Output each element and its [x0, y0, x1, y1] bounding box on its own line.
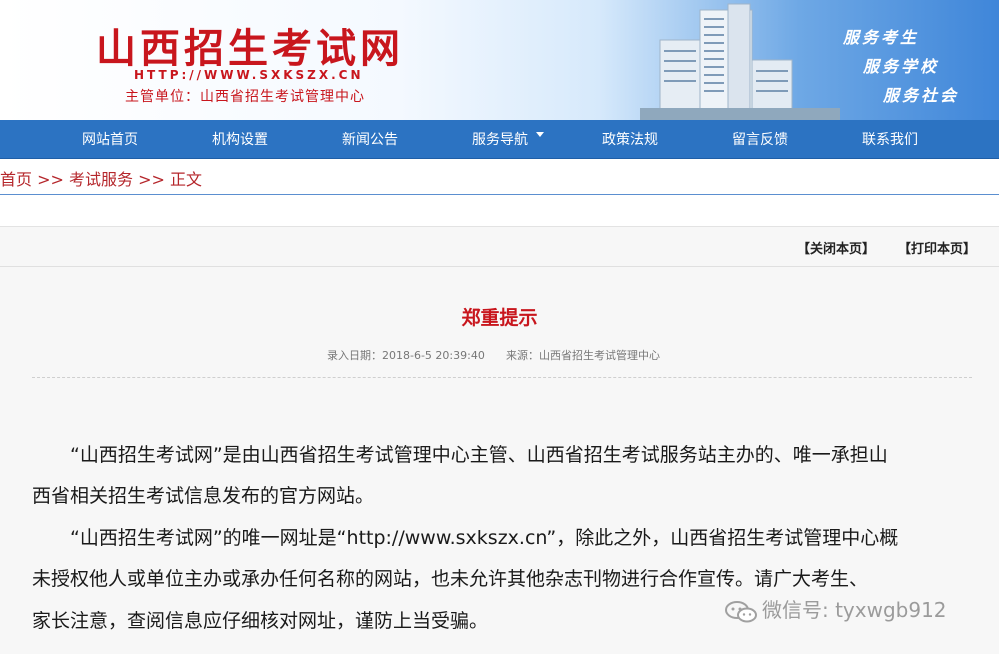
slogan-schools: 服务学校 — [863, 57, 940, 76]
nav-services[interactable]: 服务导航 — [458, 120, 558, 158]
building-image — [640, 3, 840, 120]
nav-feedback[interactable]: 留言反馈 — [710, 120, 810, 158]
wechat-icon — [725, 600, 757, 622]
close-page-button[interactable]: 【关闭本页】 — [797, 238, 875, 257]
article-source: 来源：山西省招生考试管理中心 — [506, 349, 660, 362]
nav-policy[interactable]: 政策法规 — [580, 120, 680, 158]
article-title: 郑重提示 — [461, 307, 538, 329]
site-title[interactable]: 山西招生考试网 — [96, 16, 404, 74]
article-line: 未授权他人或单位主办或承办任何名称的网站，也未允许其他杂志刊物进行合作宣传。请广… — [32, 568, 869, 590]
main-nav: 网站首页 机构设置 新闻公告 服务导航 政策法规 留言反馈 联系我们 — [0, 120, 999, 159]
article-line: 西省相关招生考试信息发布的官方网站。 — [32, 485, 375, 507]
article-line: 家长注意，查阅信息应仔细核对网址，谨防上当受骗。 — [32, 610, 489, 632]
site-header: 山西招生考试网 HTTP://WWW.SXKSZX.CN 主管单位：山西省招生考… — [0, 0, 999, 120]
slogan-students: 服务考生 — [843, 28, 920, 47]
article-line: “山西招生考试网”是由山西省招生考试管理中心主管、山西省招生考试服务站主办的、唯… — [70, 444, 888, 466]
article-line: “山西招生考试网”的唯一网址是“http://www.sxkszx.cn”，除此… — [70, 527, 899, 549]
article-date: 录入日期：2018-6-5 20:39:40 — [327, 349, 485, 362]
toolbar-divider — [0, 266, 999, 267]
breadcrumb-section[interactable]: 考试服务 — [69, 170, 133, 189]
breadcrumb-separator: >> — [138, 170, 165, 189]
slogan-society: 服务社会 — [883, 86, 960, 105]
nav-contact[interactable]: 联系我们 — [840, 120, 940, 158]
caret-down-icon — [536, 131, 544, 137]
breadcrumb-divider — [0, 194, 999, 195]
breadcrumb-current: 正文 — [170, 170, 203, 189]
nav-services-label: 服务导航 — [472, 132, 528, 148]
print-page-button[interactable]: 【打印本页】 — [898, 238, 976, 257]
breadcrumb-home[interactable]: 首页 — [0, 170, 32, 189]
site-url: HTTP://WWW.SXKSZX.CN — [134, 68, 364, 82]
breadcrumb-separator: >> — [37, 170, 64, 189]
nav-home[interactable]: 网站首页 — [60, 120, 160, 158]
wechat-id: 微信号: tyxwgb912 — [762, 598, 947, 622]
wechat-watermark: 微信号: tyxwgb912 — [724, 594, 947, 624]
nav-organization[interactable]: 机构设置 — [190, 120, 290, 158]
breadcrumb: 首页 >> 考试服务 >> 正文 — [0, 166, 202, 194]
title-divider — [32, 377, 972, 378]
supervisor-unit: 主管单位：山西省招生考试管理中心 — [125, 89, 365, 105]
nav-news[interactable]: 新闻公告 — [320, 120, 420, 158]
